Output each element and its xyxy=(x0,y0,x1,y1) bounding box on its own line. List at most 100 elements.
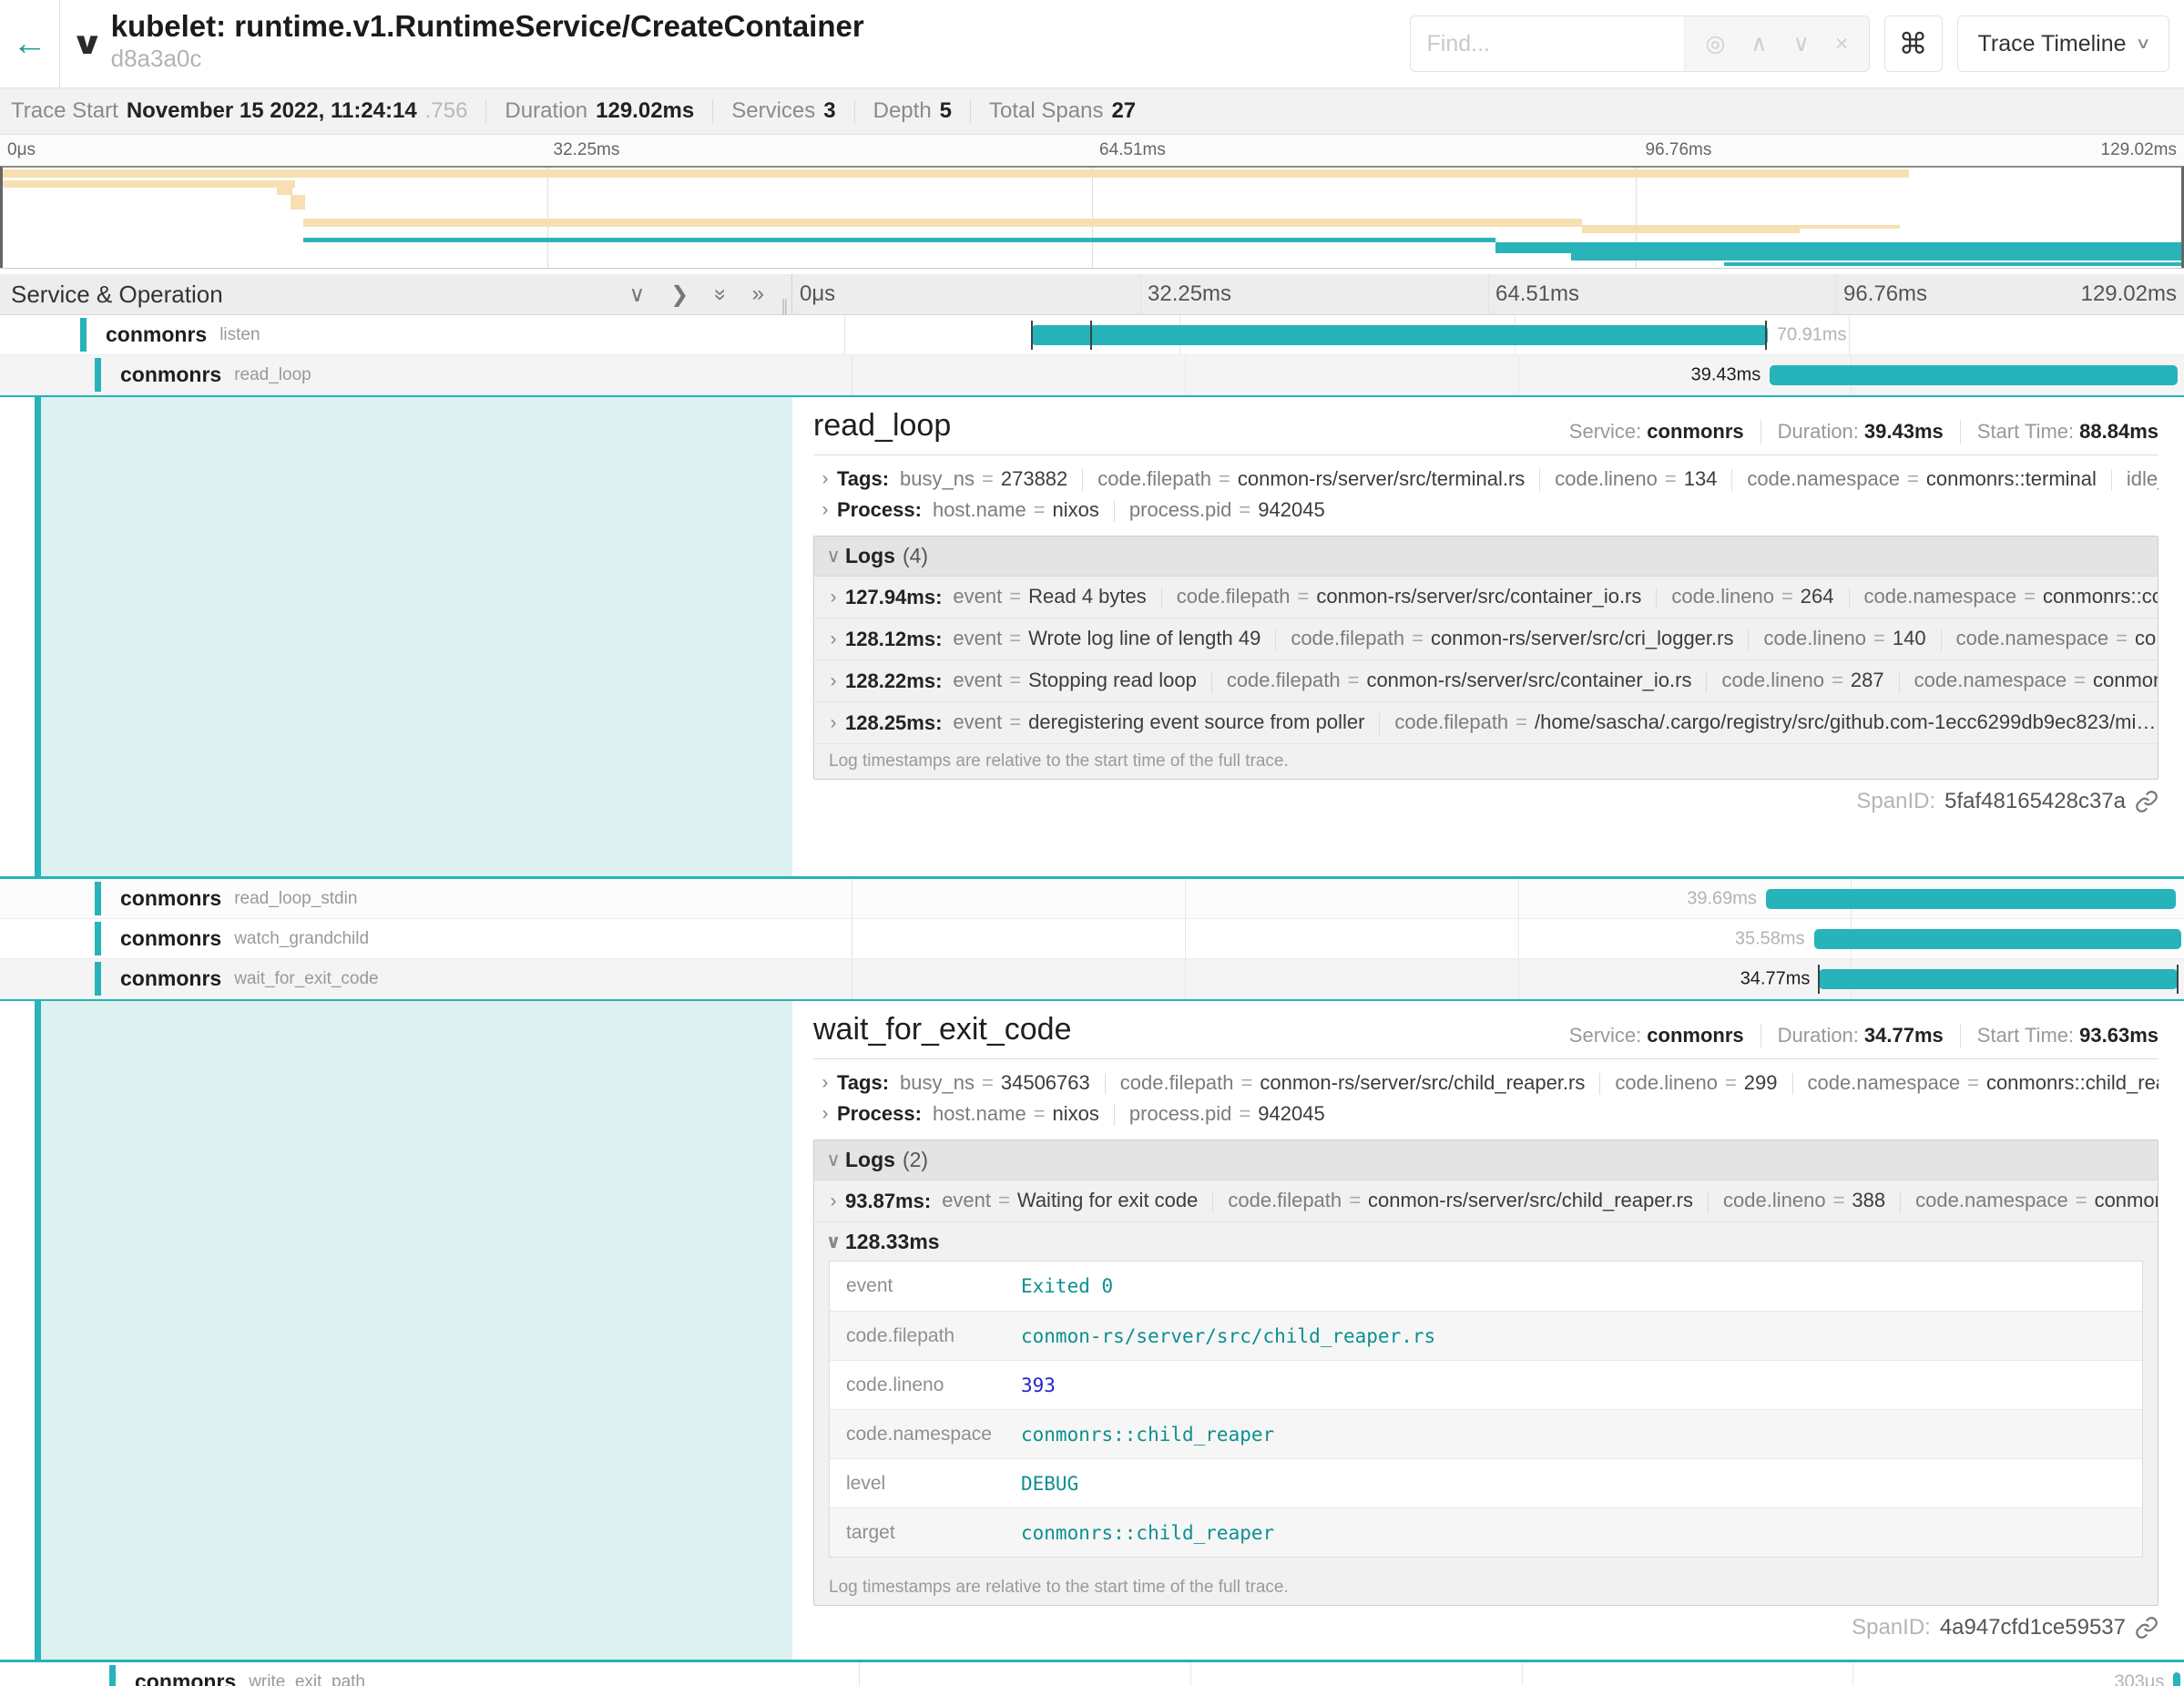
logs-note: Log timestamps are relative to the start… xyxy=(814,744,2158,779)
expand-all-icon[interactable]: » xyxy=(752,281,764,308)
span-service[interactable]: conmonrs xyxy=(106,322,207,347)
span-bar[interactable] xyxy=(1031,325,1768,345)
kv-pair: event=Waiting for exit code xyxy=(942,1189,1198,1211)
span-bar[interactable] xyxy=(1766,889,2176,909)
tick-label: 0μs xyxy=(0,140,43,160)
logs-note: Log timestamps are relative to the start… xyxy=(814,1570,2158,1605)
logs-count: (2) xyxy=(903,1148,928,1172)
minimap-canvas[interactable] xyxy=(0,166,2184,268)
span-bar[interactable] xyxy=(1819,969,2177,989)
view-selector-button[interactable]: Trace Timeline ∨ xyxy=(1957,15,2169,72)
find-prev-icon[interactable]: ∧ xyxy=(1750,30,1767,57)
back-arrow-icon: ← xyxy=(13,25,47,64)
spanid-label: SpanID: xyxy=(1852,1615,1931,1640)
span-row-watch-grandchild[interactable]: conmonrs watch_grandchild 35.58ms xyxy=(0,919,2184,959)
link-icon[interactable] xyxy=(2135,1616,2158,1640)
find-clear-icon[interactable]: × xyxy=(1835,31,1849,57)
trace-start-frac: .756 xyxy=(425,98,468,123)
logs-header[interactable]: ∨ Logs (4) xyxy=(814,536,2158,577)
log-entry[interactable]: ›127.94ms:event=Read 4 bytescode.filepat… xyxy=(814,577,2158,618)
timeline-minimap[interactable]: 0μs32.25ms64.51ms96.76ms129.02ms xyxy=(0,135,2184,269)
span-color-accent xyxy=(95,922,101,955)
detail-indent-panel xyxy=(41,1001,792,1660)
service-label: Service: xyxy=(1569,420,1641,443)
span-bar[interactable] xyxy=(1770,365,2177,385)
span-operation: listen xyxy=(219,325,260,345)
process-row[interactable]: › Process: host.name=nixosprocess.pid=94… xyxy=(813,496,2158,525)
kv-pair: code.lineno=388 xyxy=(1723,1189,1885,1211)
log-marker xyxy=(1818,965,1820,994)
process-row[interactable]: › Process: host.name=nixosprocess.pid=94… xyxy=(813,1099,2158,1129)
span-service[interactable]: conmonrs xyxy=(135,1670,236,1686)
duration-label: Duration: xyxy=(1778,1024,1859,1047)
kv-pair: host.name=nixos xyxy=(933,1102,1099,1125)
header-toolbar: ◎ ∧ ∨ × ⌘ Trace Timeline ∨ xyxy=(1410,0,2184,87)
start-time-value: 88.84ms xyxy=(2079,420,2158,443)
span-service[interactable]: conmonrs xyxy=(120,886,221,911)
collapse-header-icon[interactable]: ∨ xyxy=(70,26,104,87)
kv-pair: host.name=nixos xyxy=(933,498,1099,521)
expand-one-icon[interactable]: ❯ xyxy=(670,281,689,308)
span-duration-label: 34.77ms xyxy=(1740,968,1811,989)
logs-header[interactable]: ∨ Logs (2) xyxy=(814,1140,2158,1180)
minimap-span xyxy=(1571,253,2181,261)
tags-row[interactable]: › Tags: busy_ns=273882code.filepath=conm… xyxy=(813,465,2158,494)
kv-pair: code.filepath=conmon-rs/server/src/cri_l… xyxy=(1291,627,1733,649)
span-service[interactable]: conmonrs xyxy=(120,926,221,951)
span-detail-read-loop: read_loop Service:conmonrs Duration:39.4… xyxy=(0,395,2184,879)
span-color-accent xyxy=(95,358,101,392)
column-resize-handle[interactable]: ∥ xyxy=(781,297,789,316)
chevron-down-icon: ∨ xyxy=(822,1231,845,1253)
service-operation-header: Service & Operation ∨ ❯ » » ∥ xyxy=(0,274,792,314)
span-duration-label: 39.43ms xyxy=(1691,364,1761,385)
span-service[interactable]: conmonrs xyxy=(120,363,221,387)
log-field-row: targetconmonrs::child_reaper xyxy=(830,1507,2142,1557)
find-target-icon[interactable]: ◎ xyxy=(1705,30,1725,57)
span-bar[interactable] xyxy=(2173,1672,2179,1686)
duration-value: 129.02ms xyxy=(596,98,694,123)
log-entry[interactable]: ›128.25ms:event=deregistering event sour… xyxy=(814,702,2158,744)
span-color-accent xyxy=(109,1665,116,1686)
log-entry[interactable]: ›128.22ms:event=Stopping read loopcode.f… xyxy=(814,660,2158,702)
services-value: 3 xyxy=(823,98,835,123)
find-input[interactable] xyxy=(1411,16,1685,71)
log-entry[interactable]: ›93.87ms:event=Waiting for exit codecode… xyxy=(814,1180,2158,1222)
collapse-one-icon[interactable]: ∨ xyxy=(629,281,646,308)
span-duration-label: 35.58ms xyxy=(1735,928,1805,949)
kv-pair: code.namespace=conmon… xyxy=(1914,669,2158,691)
collapse-all-icon[interactable]: » xyxy=(707,288,733,300)
spanid-row: SpanID: 4a947cfd1ce59537 xyxy=(813,1615,2158,1640)
tags-row[interactable]: › Tags: busy_ns=34506763code.filepath=co… xyxy=(813,1068,2158,1098)
process-label: Process: xyxy=(837,1102,922,1126)
link-icon[interactable] xyxy=(2135,790,2158,813)
back-button[interactable]: ← xyxy=(0,0,60,87)
find-next-icon[interactable]: ∨ xyxy=(1793,30,1810,57)
expanded-log-header[interactable]: ∨ 128.33ms xyxy=(814,1222,2158,1261)
kv-pair: code.namespace=co… xyxy=(1956,627,2158,649)
kv-pair: event=deregistering event source from po… xyxy=(953,710,1364,733)
duration-label: Duration: xyxy=(1778,420,1859,443)
shortcuts-button[interactable]: ⌘ xyxy=(1884,15,1943,72)
spanid-label: SpanID: xyxy=(1856,789,1935,814)
log-field-row: levelDEBUG xyxy=(830,1458,2142,1507)
service-value: conmonrs xyxy=(1647,1024,1743,1047)
span-bar[interactable] xyxy=(1814,929,2182,949)
span-row-read-loop-stdin[interactable]: conmonrs read_loop_stdin 39.69ms xyxy=(0,879,2184,919)
tick-label: 32.25ms xyxy=(1140,281,1239,307)
span-service[interactable]: conmonrs xyxy=(120,966,221,991)
span-color-accent xyxy=(95,882,101,915)
kv-pair: code.lineno=299 xyxy=(1615,1071,1777,1094)
minimap-span xyxy=(303,238,1495,242)
span-row-read-loop[interactable]: conmonrs read_loop 39.43ms xyxy=(0,355,2184,395)
total-spans-value: 27 xyxy=(1111,98,1136,123)
span-row-write-exit-path[interactable]: conmonrs write_exit_path 303μs xyxy=(0,1662,2184,1686)
chevron-right-icon: › xyxy=(813,1103,837,1125)
detail-color-accent xyxy=(35,1001,41,1660)
log-entry[interactable]: ›128.12ms:event=Wrote log line of length… xyxy=(814,618,2158,660)
find-box: ◎ ∧ ∨ × xyxy=(1410,15,1870,72)
detail-title: read_loop xyxy=(813,408,951,444)
app-header: ← ∨ kubelet: runtime.v1.RuntimeService/C… xyxy=(0,0,2184,88)
span-row-listen[interactable]: conmonrs listen 70.91ms xyxy=(0,315,2184,355)
span-row-wait-for-exit-code[interactable]: conmonrs wait_for_exit_code 34.77ms xyxy=(0,959,2184,999)
tick-label: 0μs xyxy=(792,281,842,307)
